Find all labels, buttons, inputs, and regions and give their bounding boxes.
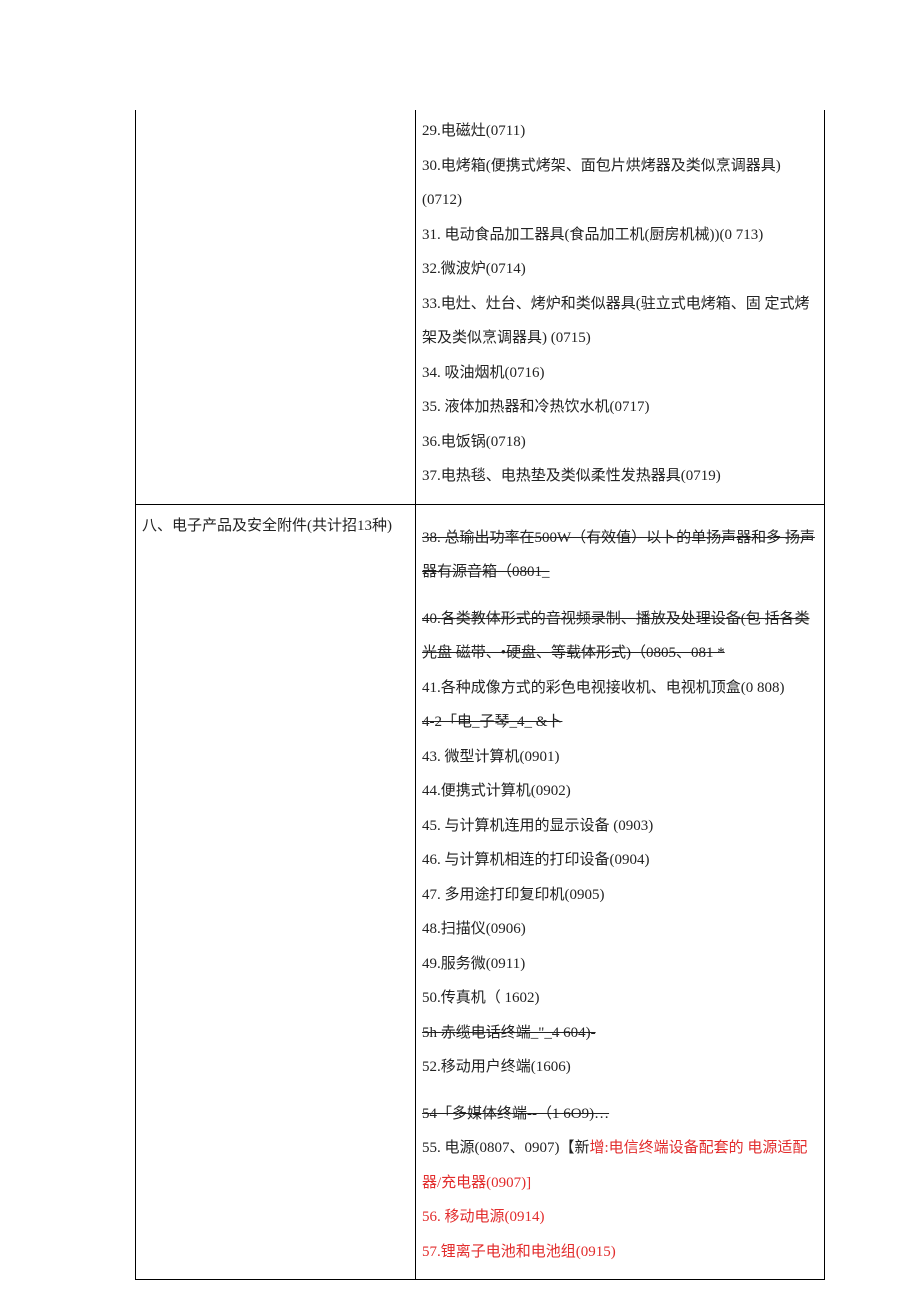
blank-line: [422, 1085, 818, 1097]
item-text: 33.电灶、灶台、烤炉和类似器具(驻立式电烤箱、固 定式烤架及类似烹调器具) (…: [422, 296, 810, 347]
item-text: 43. 微型计算机(0901): [422, 749, 560, 765]
item-text: 54「多媒体终端--（1 6O9)…: [422, 1106, 609, 1122]
category-cell: 八、电子产品及安全附件(共计招13种): [136, 504, 416, 1280]
list-item: 57.锂离子电池和电池组(0915): [422, 1235, 818, 1270]
list-item: 30.电烤箱(便携式烤架、面包片烘烤器及类似烹调器具)(0712): [422, 149, 818, 218]
list-item: 48.扫描仪(0906): [422, 912, 818, 947]
table-row: 八、电子产品及安全附件(共计招13种) 38. 总瑜出功率在500W（有效值）以…: [136, 504, 825, 1280]
list-item: 35. 液体加热器和冷热饮水机(0717): [422, 390, 818, 425]
list-item: 38. 总瑜出功率在500W（有效值）以卜的单扬声器和多 扬声器有源音箱（080…: [422, 521, 818, 590]
content-table: 29.电磁灶(0711) 30.电烤箱(便携式烤架、面包片烘烤器及类似烹调器具)(…: [135, 110, 825, 1280]
item-text: 48.扫描仪(0906): [422, 921, 526, 937]
item-text: 46. 与计算机相连的打印设备(0904): [422, 852, 650, 868]
item-text: 49.服务微(0911): [422, 956, 525, 972]
list-item: 33.电灶、灶台、烤炉和类似器具(驻立式电烤箱、固 定式烤架及类似烹调器具) (…: [422, 287, 818, 356]
items-cell: 29.电磁灶(0711) 30.电烤箱(便携式烤架、面包片烘烤器及类似烹调器具)(…: [416, 110, 825, 504]
item-text: 34. 吸油烟机(0716): [422, 365, 545, 381]
item-text: 38. 总瑜出功率在500W（有效值）以卜的单扬声器和多 扬声器有源音箱（080…: [422, 530, 815, 581]
list-item: 43. 微型计算机(0901): [422, 740, 818, 775]
item-text: 29.电磁灶(0711): [422, 123, 525, 139]
item-text: 5h 赤缆电话终端_"_4 604)-: [422, 1025, 596, 1041]
item-text: 52.移动用户终端(1606): [422, 1059, 571, 1075]
item-text: 44.便携式计算机(0902): [422, 783, 571, 799]
item-text: 47. 多用途打印复印机(0905): [422, 887, 605, 903]
list-item: 52.移动用户终端(1606): [422, 1050, 818, 1085]
category-title: 八、电子产品及安全附件(共计招13种): [142, 509, 409, 544]
list-item: 37.电热毯、电热垫及类似柔性发热器具(0719): [422, 459, 818, 494]
item-text: 35. 液体加热器和冷热饮水机(0717): [422, 399, 650, 415]
item-text: 32.微波炉(0714): [422, 261, 526, 277]
list-item: 45. 与计算机连用的显示设备 (0903): [422, 809, 818, 844]
blank-line: [422, 509, 818, 521]
category-cell: [136, 110, 416, 504]
list-item: 54「多媒体终端--（1 6O9)…: [422, 1097, 818, 1132]
item-text: 56. 移动电源(0914): [422, 1209, 545, 1225]
table-row: 29.电磁灶(0711) 30.电烤箱(便携式烤架、面包片烘烤器及类似烹调器具)(…: [136, 110, 825, 504]
item-text: 45. 与计算机连用的显示设备 (0903): [422, 818, 653, 834]
item-text: 37.电热毯、电热垫及类似柔性发热器具(0719): [422, 468, 721, 484]
list-item: 41.各种成像方式的彩色电视接收机、电视机顶盒(0 808): [422, 671, 818, 706]
document-page: 29.电磁灶(0711) 30.电烤箱(便携式烤架、面包片烘烤器及类似烹调器具)(…: [0, 0, 920, 1301]
list-item: 31. 电动食品加工器具(食品加工机(厨房机械))(0 713): [422, 218, 818, 253]
blank-line: [422, 590, 818, 602]
item-text: 30.电烤箱(便携式烤架、面包片烘烤器及类似烹调器具)(0712): [422, 158, 781, 209]
list-item: 56. 移动电源(0914): [422, 1200, 818, 1235]
item-text: 57.锂离子电池和电池组(0915): [422, 1244, 616, 1260]
list-item: 40.各类教体形式的音视频录制、播放及处理设备(包 括各类光盘 磁带、•硬盘、等…: [422, 602, 818, 671]
list-item: 34. 吸油烟机(0716): [422, 356, 818, 391]
item-text: 4-2「电_子琴_4_ &卜: [422, 714, 562, 730]
item-text: 41.各种成像方式的彩色电视接收机、电视机顶盒(0 808): [422, 680, 785, 696]
list-item: 46. 与计算机相连的打印设备(0904): [422, 843, 818, 878]
list-item: 44.便携式计算机(0902): [422, 774, 818, 809]
list-item: 29.电磁灶(0711): [422, 114, 818, 149]
list-item: 36.电饭锅(0718): [422, 425, 818, 460]
list-item: 55. 电源(0807、0907)【新增:电信终端设备配套的 电源适配器/充电器…: [422, 1131, 818, 1200]
list-item: 32.微波炉(0714): [422, 252, 818, 287]
list-item: 49.服务微(0911): [422, 947, 818, 982]
item-text: 36.电饭锅(0718): [422, 434, 526, 450]
list-item: 5h 赤缆电话终端_"_4 604)-: [422, 1016, 818, 1051]
items-cell: 38. 总瑜出功率在500W（有效值）以卜的单扬声器和多 扬声器有源音箱（080…: [416, 504, 825, 1280]
list-item: 4-2「电_子琴_4_ &卜: [422, 705, 818, 740]
item-text: 50.传真机（ 1602): [422, 990, 540, 1006]
item-text: 40.各类教体形式的音视频录制、播放及处理设备(包 括各类光盘 磁带、•硬盘、等…: [422, 611, 810, 662]
list-item: 50.传真机（ 1602): [422, 981, 818, 1016]
item-text: 55. 电源(0807、0907)【新: [422, 1140, 590, 1156]
list-item: 47. 多用途打印复印机(0905): [422, 878, 818, 913]
item-text: 31. 电动食品加工器具(食品加工机(厨房机械))(0 713): [422, 227, 763, 243]
